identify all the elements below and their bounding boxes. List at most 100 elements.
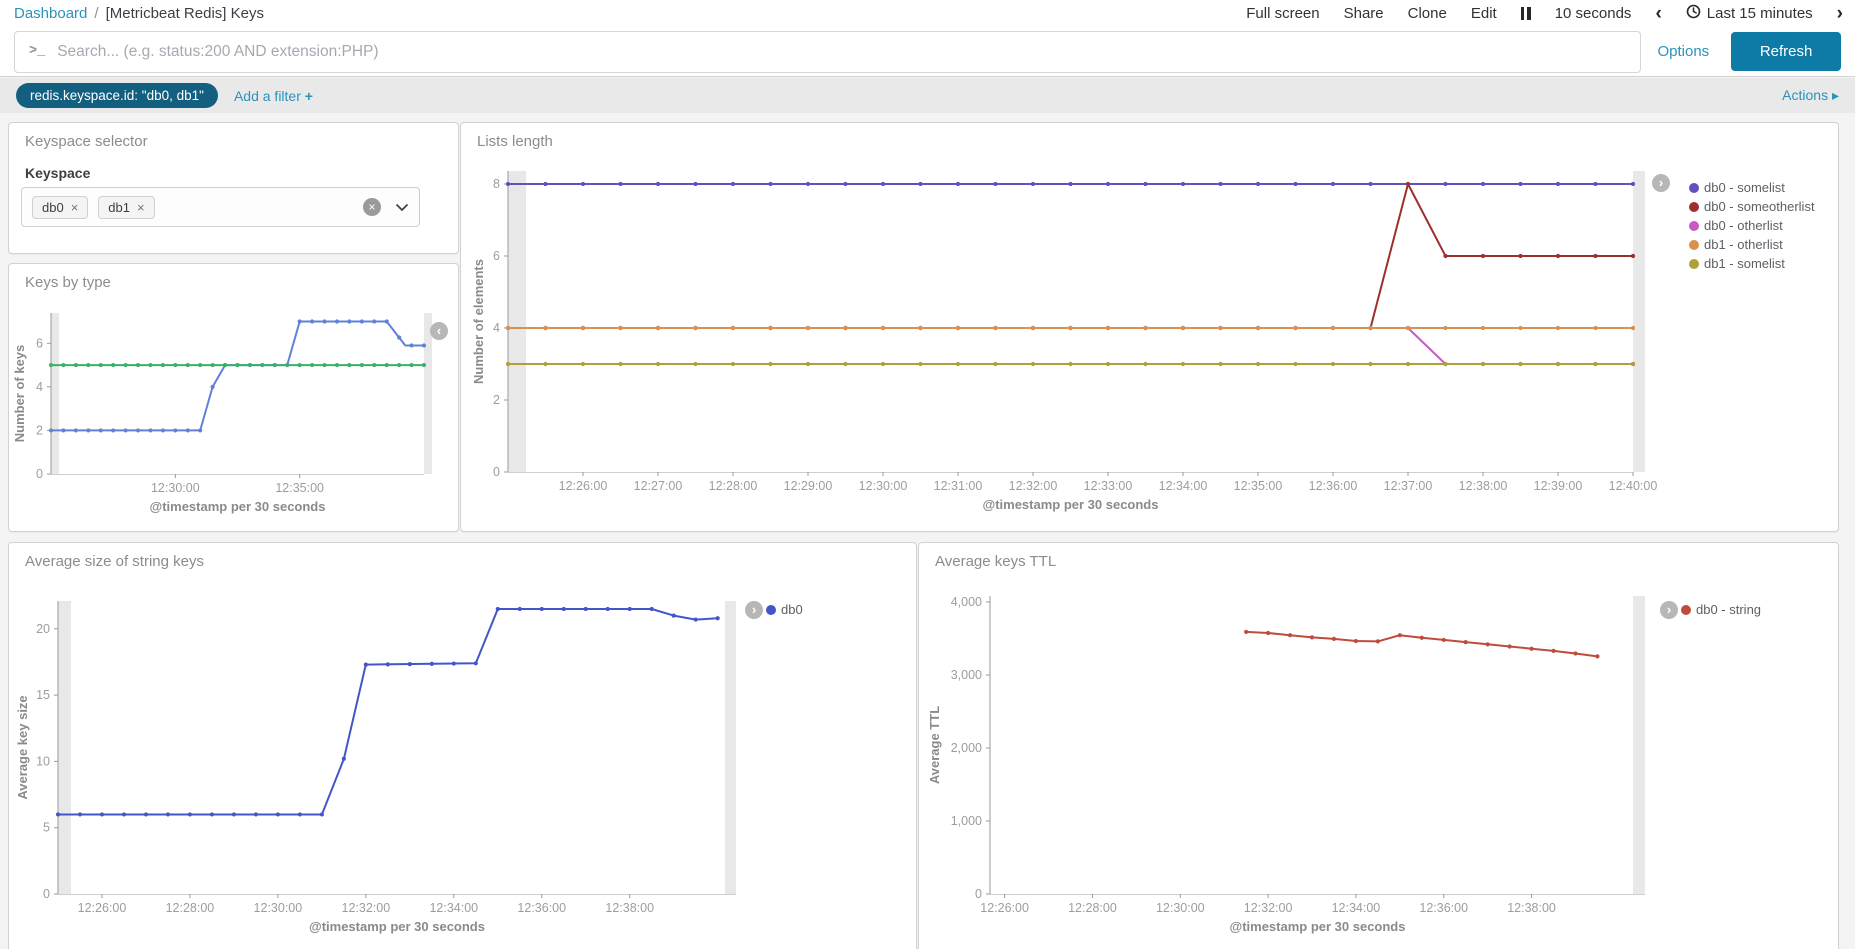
svg-text:Average key size: Average key size — [15, 695, 30, 799]
dashboard-grid: Keyspace selector Keyspace db0 × db1 × ×… — [0, 113, 1855, 949]
svg-text:4,000: 4,000 — [951, 595, 982, 609]
legend-label: db0 - otherlist — [1704, 218, 1783, 233]
options-link[interactable]: Options — [1657, 43, 1709, 60]
svg-text:12:27:00: 12:27:00 — [634, 479, 683, 493]
panel-title: Keyspace selector — [25, 133, 148, 150]
legend-label: db1 - otherlist — [1704, 237, 1783, 252]
time-forward-icon[interactable]: › — [1837, 4, 1843, 23]
svg-text:@timestamp per 30 seconds: @timestamp per 30 seconds — [983, 497, 1159, 512]
keyspace-combobox[interactable]: db0 × db1 × × — [21, 187, 420, 227]
legend-label: db0 - string — [1696, 602, 1762, 617]
legend-item[interactable]: db0 - otherlist — [1689, 218, 1783, 233]
svg-text:12:28:00: 12:28:00 — [1068, 901, 1117, 915]
legend-item[interactable]: db0 - someotherlist — [1689, 199, 1815, 214]
time-range-label: Last 15 minutes — [1706, 5, 1813, 22]
svg-text:8: 8 — [493, 177, 500, 191]
svg-text:4: 4 — [493, 321, 500, 335]
svg-text:12:31:00: 12:31:00 — [934, 479, 983, 493]
filter-pill[interactable]: redis.keyspace.id: "db0, db1" — [16, 83, 218, 108]
svg-text:6: 6 — [36, 336, 43, 350]
svg-text:0: 0 — [493, 465, 500, 479]
breadcrumb-dashboard-link[interactable]: Dashboard — [14, 5, 87, 22]
svg-text:0: 0 — [36, 467, 43, 481]
pause-icon[interactable] — [1520, 7, 1531, 20]
svg-text:5: 5 — [43, 821, 50, 835]
svg-text:6: 6 — [493, 249, 500, 263]
time-back-icon[interactable]: ‹ — [1655, 4, 1661, 23]
clock-icon — [1686, 4, 1701, 23]
top-menu: Full screen Share Clone Edit 10 seconds … — [1246, 4, 1843, 23]
svg-text:12:34:00: 12:34:00 — [1159, 479, 1208, 493]
legend-item[interactable]: db0 - somelist — [1689, 180, 1785, 195]
svg-text:12:34:00: 12:34:00 — [1332, 901, 1381, 915]
svg-text:12:35:00: 12:35:00 — [275, 481, 324, 495]
svg-text:2,000: 2,000 — [951, 741, 982, 755]
legend-toggle-icon[interactable]: › — [1660, 601, 1678, 619]
clone-button[interactable]: Clone — [1408, 5, 1447, 22]
panel-average-keys-ttl: Average keys TTL 0 1,000 2,000 3,000 4,000 12… — [918, 542, 1839, 949]
keys-by-type-chart[interactable]: 0 2 4 6 12:30:00 12:35:00 Number of keys @times… — [9, 264, 458, 531]
full-screen-button[interactable]: Full screen — [1246, 5, 1319, 22]
legend-toggle-icon[interactable]: › — [745, 601, 763, 619]
svg-text:12:38:00: 12:38:00 — [1459, 479, 1508, 493]
tag-label: db1 — [108, 199, 130, 215]
remove-tag-icon[interactable]: × — [71, 200, 79, 215]
legend-item[interactable]: db1 - otherlist — [1689, 237, 1783, 252]
legend-item[interactable]: db1 - somelist — [1689, 256, 1785, 271]
svg-text:@timestamp per 30 seconds: @timestamp per 30 seconds — [309, 919, 485, 934]
search-input[interactable] — [57, 42, 1627, 61]
svg-text:12:26:00: 12:26:00 — [980, 901, 1029, 915]
breadcrumb: Dashboard / [Metricbeat Redis] Keys — [14, 5, 264, 22]
time-range-picker[interactable]: Last 15 minutes — [1686, 4, 1813, 23]
svg-text:0: 0 — [975, 887, 982, 901]
svg-text:12:30:00: 12:30:00 — [254, 901, 303, 915]
legend-toggle-icon[interactable]: › — [1652, 174, 1670, 192]
svg-text:12:32:00: 12:32:00 — [342, 901, 391, 915]
svg-text:@timestamp per 30 seconds: @timestamp per 30 seconds — [150, 499, 326, 514]
svg-text:12:40:00: 12:40:00 — [1609, 479, 1658, 493]
legend-label: db1 - somelist — [1704, 256, 1785, 271]
legend-dot-icon — [1689, 220, 1699, 231]
svg-text:12:38:00: 12:38:00 — [605, 901, 654, 915]
remove-tag-icon[interactable]: × — [137, 200, 145, 215]
breadcrumb-separator: / — [94, 5, 99, 22]
svg-text:Number of keys: Number of keys — [12, 345, 27, 443]
add-filter-link[interactable]: Add a filter + — [234, 88, 313, 104]
svg-text:@timestamp per 30 seconds: @timestamp per 30 seconds — [1230, 919, 1406, 934]
svg-text:12:30:00: 12:30:00 — [859, 479, 908, 493]
legend-item[interactable]: db0 — [766, 602, 803, 617]
svg-text:3,000: 3,000 — [951, 668, 982, 682]
legend-dot-icon — [1681, 604, 1691, 615]
svg-text:12:35:00: 12:35:00 — [1234, 479, 1283, 493]
legend-dot-icon — [766, 604, 776, 615]
page-title: [Metricbeat Redis] Keys — [105, 5, 264, 22]
legend-dot-icon — [1689, 182, 1699, 193]
svg-text:12:33:00: 12:33:00 — [1084, 479, 1133, 493]
svg-text:0: 0 — [43, 887, 50, 901]
legend-label: db0 — [781, 602, 803, 617]
svg-text:12:28:00: 12:28:00 — [166, 901, 215, 915]
legend-label: db0 - someotherlist — [1704, 199, 1815, 214]
svg-text:12:26:00: 12:26:00 — [78, 901, 127, 915]
svg-text:Number of elements: Number of elements — [471, 259, 486, 384]
refresh-button[interactable]: Refresh — [1731, 32, 1841, 71]
svg-text:12:36:00: 12:36:00 — [1309, 479, 1358, 493]
panel-lists-length: Lists length 0 2 4 6 8 12:26:00 12:27:00 12:28:… — [460, 122, 1839, 532]
legend-item[interactable]: db0 - string — [1681, 602, 1761, 617]
edit-button[interactable]: Edit — [1471, 5, 1497, 22]
clear-all-icon[interactable]: × — [363, 198, 381, 216]
legend-toggle-icon[interactable]: ‹ — [430, 322, 448, 340]
share-button[interactable]: Share — [1344, 5, 1384, 22]
legend-dot-icon — [1689, 258, 1699, 269]
actions-link[interactable]: Actions ▸ — [1782, 87, 1839, 104]
lists-length-chart[interactable]: 0 2 4 6 8 12:26:00 12:27:00 12:28:00 12:29:00 12:… — [461, 123, 1838, 531]
svg-text:12:39:00: 12:39:00 — [1534, 479, 1583, 493]
refresh-interval-button[interactable]: 10 seconds — [1555, 5, 1632, 22]
search-box[interactable]: >_ — [14, 30, 1642, 73]
chevron-down-icon[interactable] — [395, 203, 409, 212]
svg-text:2: 2 — [493, 393, 500, 407]
tag-label: db0 — [42, 199, 64, 215]
top-nav-bar: Dashboard / [Metricbeat Redis] Keys Full… — [0, 0, 1855, 27]
add-filter-label: Add a filter — [233, 87, 301, 104]
svg-text:12:30:00: 12:30:00 — [1156, 901, 1205, 915]
